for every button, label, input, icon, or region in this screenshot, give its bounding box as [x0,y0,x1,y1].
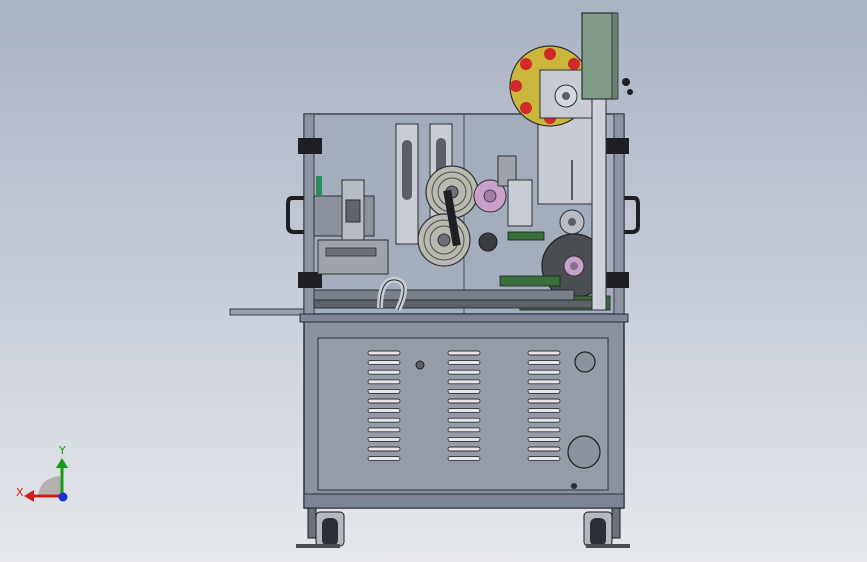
right-handle [624,196,640,234]
tension-hub [568,218,576,226]
vent-slat [367,446,401,452]
knob-icon[interactable] [627,89,633,95]
vent-slat [447,427,481,433]
door-lock[interactable] [571,483,577,489]
x-axis-label: X [16,486,24,499]
caster-left [296,507,345,548]
y-axis-arrow [56,458,68,468]
vent-slat [367,436,401,442]
cable-port-medium [574,351,596,373]
vent-slat [447,417,481,423]
cable-port-small [415,360,425,370]
control-box [581,12,617,100]
x-axis-arrow [24,490,34,502]
press-slot [325,247,377,257]
vent-slat [447,379,481,385]
vent-slat [527,446,561,452]
hinge-block [605,138,629,154]
vent-slat [367,417,401,423]
vertical-tube [591,97,607,311]
vent-slat [447,360,481,366]
vent-slat [527,360,561,366]
control-box-side [611,12,619,100]
vent-slat [447,398,481,404]
vent-slat [367,350,401,356]
vent-slat [527,417,561,423]
knob-icon[interactable] [622,78,630,86]
vent-slat [367,427,401,433]
green-rail [499,275,561,287]
vent-slat [447,369,481,375]
vent-slat [367,379,401,385]
green-rail [507,231,545,241]
vent-slat [527,379,561,385]
cutter-head [345,199,361,223]
press-plate [317,239,389,275]
vent-slat [527,427,561,433]
vent-slat [367,360,401,366]
cad-viewport[interactable]: Y X [0,0,867,562]
hinge-block [605,272,629,288]
vent-slat [527,408,561,414]
vent-slat [447,408,481,414]
left-handle [286,196,304,234]
vent-slat [527,436,561,442]
vent-slat [447,456,481,462]
caster-right [583,507,630,548]
vent-slat [447,350,481,356]
triad-shadow-arc [38,476,62,496]
vent-slat [447,436,481,442]
vent-slat [367,369,401,375]
machine-model[interactable] [229,12,640,548]
large-roller-lower [417,213,471,267]
vent-slat [447,446,481,452]
gear-icon [478,232,498,252]
conveyor-base [313,289,575,301]
cable-port-large [567,435,601,469]
vent-slat [367,398,401,404]
vent-slat [527,456,561,462]
z-axis-dot [58,492,68,502]
cabinet-bottom-rail [303,493,625,509]
green-indicator [316,176,322,196]
vent-slat [367,408,401,414]
vent-slat [367,388,401,394]
roller-frame [507,179,533,227]
vent-slat [367,456,401,462]
vent-slat [527,398,561,404]
feed-plate [229,308,311,316]
reel-hub-core [562,92,570,100]
conveyor-belt [313,299,595,309]
coordinate-triad: Y X [16,444,68,502]
vent-slat [527,388,561,394]
vent-slat [447,388,481,394]
vent-slat [527,369,561,375]
hinge-block [298,138,322,154]
vent-slat [527,350,561,356]
y-axis-label: Y [58,444,66,457]
cabinet-top-rail [299,313,629,323]
slide-slot-left [402,140,412,200]
